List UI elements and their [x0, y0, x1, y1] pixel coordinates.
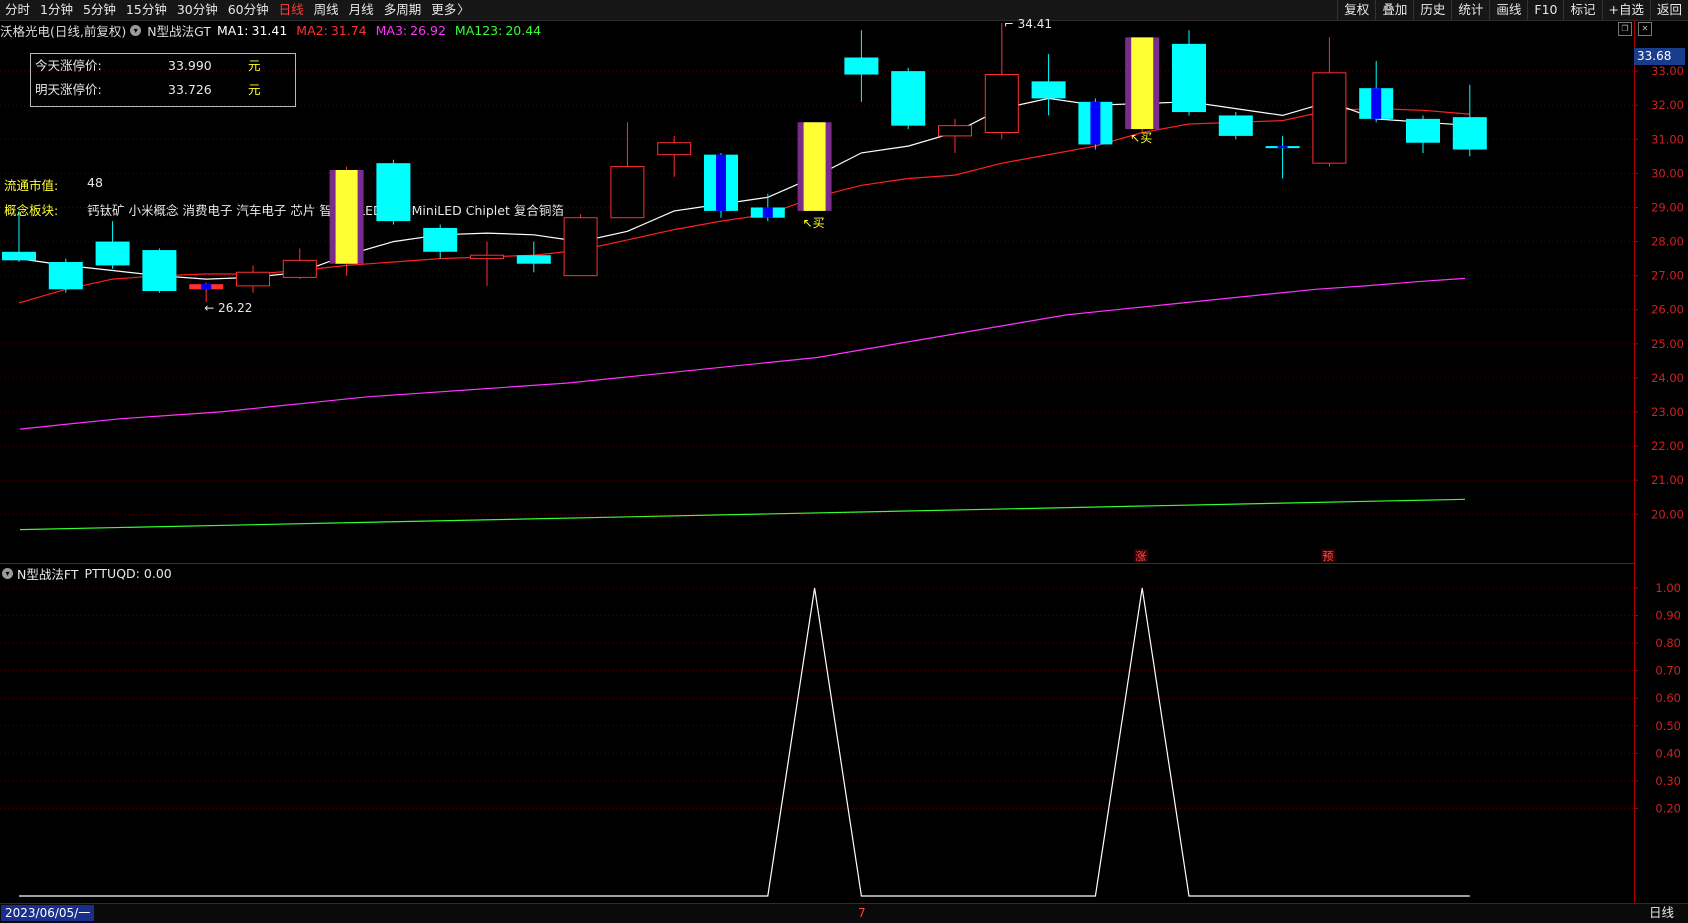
bottom-bar: 2023/06/05/一 7 日线 [0, 903, 1688, 923]
candle-body-18 [844, 57, 879, 75]
candle-body-11 [516, 255, 551, 264]
month-marker: 7 [858, 906, 866, 920]
marker-1: 预 [1322, 550, 1333, 563]
candle-body-5 [236, 271, 270, 287]
candle-core-27 [1277, 146, 1288, 149]
main-ytick-12: 21.00 [1651, 473, 1684, 487]
candle-core-29 [1371, 88, 1382, 119]
main-ytick-10: 23.00 [1651, 405, 1684, 419]
main-ytick-8: 25.00 [1651, 337, 1684, 351]
candle-core-23 [1090, 101, 1101, 145]
high-label: ⌐ 34.41 [1004, 17, 1052, 31]
sub-settings-circle-icon[interactable]: ▾ [2, 567, 13, 579]
pttuqd-line [19, 587, 1470, 897]
candle-body-28 [1312, 72, 1347, 164]
main-ytick-4: 29.00 [1651, 200, 1684, 214]
candle-body-6 [282, 259, 317, 278]
candle-signal-17 [803, 122, 826, 211]
candle-body-8 [376, 163, 411, 222]
low-label: ← 26.22 [204, 301, 252, 315]
sub-ytick-3: 0.70 [1655, 664, 1681, 678]
sub-ytick-8: 0.20 [1655, 801, 1681, 815]
candle-body-25 [1172, 43, 1206, 113]
candle-body-19 [891, 71, 926, 126]
candle-body-26 [1218, 115, 1253, 136]
candle-body-3 [142, 250, 177, 291]
sub-indicator-name[interactable]: N型战法FT [17, 564, 78, 583]
candle-body-10 [470, 254, 504, 260]
candle-body-30 [1406, 118, 1440, 143]
period-label[interactable]: 日线 [1649, 905, 1674, 921]
marker-0: 涨 [1135, 550, 1146, 563]
main-ytick-5: 28.00 [1651, 235, 1684, 249]
buy-label-1: ↖买 [1130, 131, 1152, 145]
candle-core-4 [201, 284, 212, 290]
current-price-tag: 33.68 [1634, 48, 1685, 65]
kline-chart[interactable]: 33.00 32.00 31.00 30.00 29.00 28.00 27.00 26.00… [0, 0, 1688, 922]
candle-body-21 [984, 74, 1019, 133]
main-ytick-1: 32.00 [1651, 98, 1684, 112]
sub-ytick-5: 0.50 [1655, 719, 1681, 733]
sub-ytick-2: 0.80 [1655, 636, 1681, 650]
candle-core-15 [716, 154, 726, 211]
sub-ytick-6: 0.40 [1655, 746, 1681, 760]
sub-ytick-0: 1.00 [1655, 581, 1681, 595]
candle-body-9 [423, 227, 458, 252]
candle-core-16 [762, 207, 773, 218]
cursor-date: 2023/06/05/一 [1, 905, 95, 921]
sub-indicator-field: PTTUQD: [84, 565, 140, 581]
candle-body-22 [1031, 81, 1066, 99]
main-ytick-9: 24.00 [1651, 371, 1684, 385]
main-ytick-3: 30.00 [1651, 166, 1684, 180]
buy-label-0: ↖买 [803, 216, 825, 230]
candle-body-0 [2, 251, 36, 261]
main-ytick-6: 27.00 [1651, 269, 1684, 283]
candle-body-13 [610, 166, 645, 219]
main-ytick-11: 22.00 [1651, 439, 1684, 453]
sub-ytick-7: 0.30 [1655, 774, 1681, 788]
candle-body-14 [657, 142, 692, 156]
candle-body-12 [563, 217, 598, 277]
candle-body-20 [938, 125, 972, 137]
sub-indicator-header: ▾ N型战法FT PTTUQD: 0.00 [0, 564, 172, 583]
main-ytick-13: 20.00 [1651, 507, 1684, 521]
candle-signal-7 [335, 169, 358, 264]
candle-body-2 [95, 241, 130, 266]
main-ytick-2: 31.00 [1651, 132, 1684, 146]
panel-separator[interactable] [0, 563, 1634, 564]
candle-body-31 [1452, 117, 1487, 150]
sub-ytick-4: 0.60 [1655, 691, 1681, 705]
sub-ytick-1: 0.90 [1655, 609, 1681, 623]
main-ytick-0: 33.00 [1651, 64, 1684, 78]
right-axis-line [1634, 20, 1635, 905]
candle-signal-24 [1131, 37, 1154, 130]
candle-body-1 [48, 262, 83, 290]
main-ytick-7: 26.00 [1651, 303, 1684, 317]
sub-indicator-value: 0.00 [143, 565, 172, 581]
